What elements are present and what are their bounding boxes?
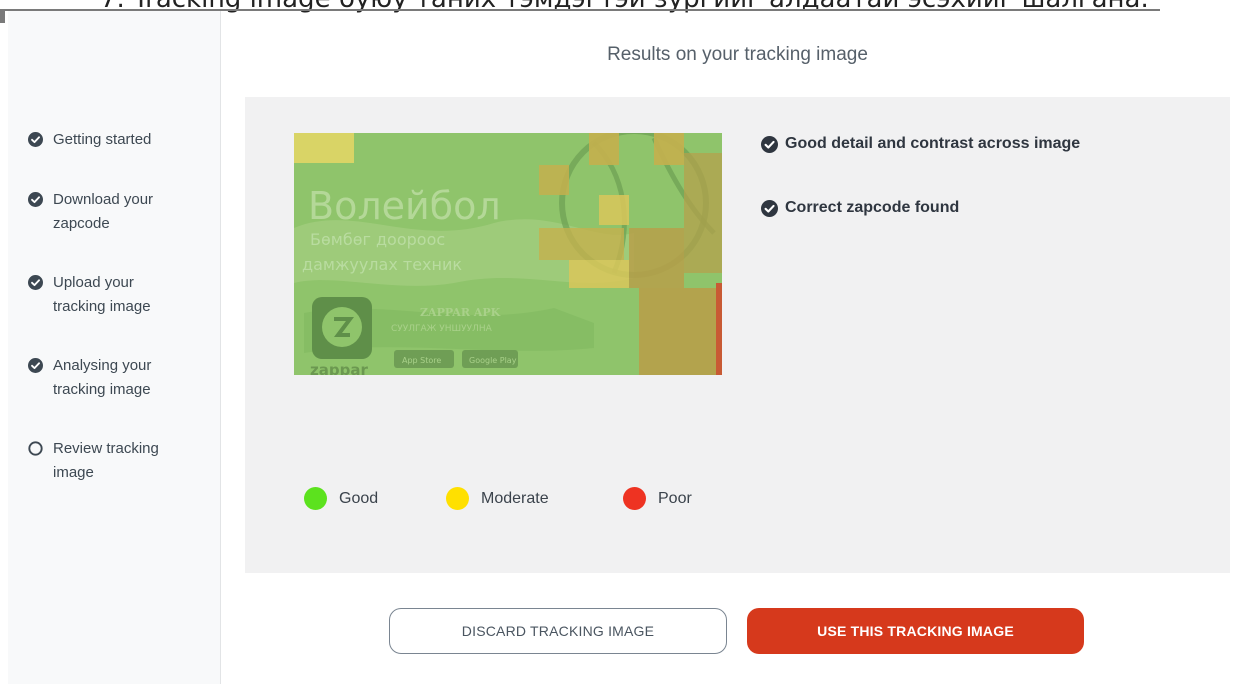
image-brand-text: zappar xyxy=(310,361,368,375)
page-title: Results on your tracking image xyxy=(607,44,868,65)
legend-label: Poor xyxy=(658,489,692,507)
page-caption: 7. Tracking image буюу таних тэмдэгтэй з… xyxy=(100,0,1149,14)
legend-item-poor: Poor xyxy=(623,487,692,510)
image-store-badge-text: Google Play xyxy=(469,356,517,365)
divider xyxy=(0,9,5,23)
image-store-badge-text: App Store xyxy=(402,356,441,365)
check-circle-icon xyxy=(761,199,778,217)
legend-label: Good xyxy=(339,489,379,507)
legend-dot xyxy=(623,487,646,510)
sidebar-step-getting-started[interactable]: Getting started xyxy=(28,128,185,152)
check-circle-icon xyxy=(28,132,43,147)
sidebar-step-review-tracking-image[interactable]: Review tracking image xyxy=(28,437,185,485)
image-app-sub-text: СУУЛГАЖ УНШУУЛНА xyxy=(391,324,493,334)
check-circle-icon xyxy=(28,358,43,373)
discard-tracking-image-button[interactable]: DISCARD TRACKING IMAGE xyxy=(389,608,727,654)
circle-outline-icon xyxy=(28,441,43,456)
check-result-zapcode: Correct zapcode found xyxy=(761,199,959,217)
check-result-detail-contrast: Good detail and contrast across image xyxy=(761,135,1080,153)
legend-dot xyxy=(304,487,327,510)
sidebar: Getting started Download your zapcode Up… xyxy=(8,11,221,684)
use-tracking-image-button[interactable]: USE THIS TRACKING IMAGE xyxy=(747,608,1084,654)
check-circle-icon xyxy=(28,192,43,207)
page: 7. Tracking image буюу таних тэмдэгтэй з… xyxy=(0,0,1244,684)
sidebar-step-label: Analysing your tracking image xyxy=(53,357,152,398)
image-subtitle-text: дамжуулах техник xyxy=(302,255,462,274)
legend-label: Moderate xyxy=(481,489,549,507)
tracking-image-heatmap: Волейбол Бөмбөг доороос дамжуулах техник… xyxy=(294,133,722,375)
sidebar-step-label: Upload your tracking image xyxy=(53,274,151,315)
check-result-label: Good detail and contrast across image xyxy=(785,135,1081,152)
check-circle-icon xyxy=(28,275,43,290)
image-subtitle-text: Бөмбөг доороос xyxy=(310,230,445,249)
legend-item-good: Good xyxy=(304,487,378,510)
sidebar-step-analysing-tracking-image[interactable]: Analysing your tracking image xyxy=(28,354,185,402)
sidebar-step-label: Getting started xyxy=(53,131,152,148)
results-panel: Волейбол Бөмбөг доороос дамжуулах техник… xyxy=(245,97,1230,573)
check-circle-icon xyxy=(761,135,778,153)
legend-item-moderate: Moderate xyxy=(446,487,549,510)
sidebar-step-upload-tracking-image[interactable]: Upload your tracking image xyxy=(28,271,185,319)
sidebar-step-label: Download your zapcode xyxy=(53,191,154,232)
sidebar-step-label: Review tracking image xyxy=(53,440,159,481)
sidebar-step-download-zapcode[interactable]: Download your zapcode xyxy=(28,188,185,236)
legend-dot xyxy=(446,487,469,510)
check-result-label: Correct zapcode found xyxy=(785,199,960,216)
image-title-text: Волейбол xyxy=(308,184,501,228)
image-app-name-text: ZAPPAR APK xyxy=(420,306,501,319)
